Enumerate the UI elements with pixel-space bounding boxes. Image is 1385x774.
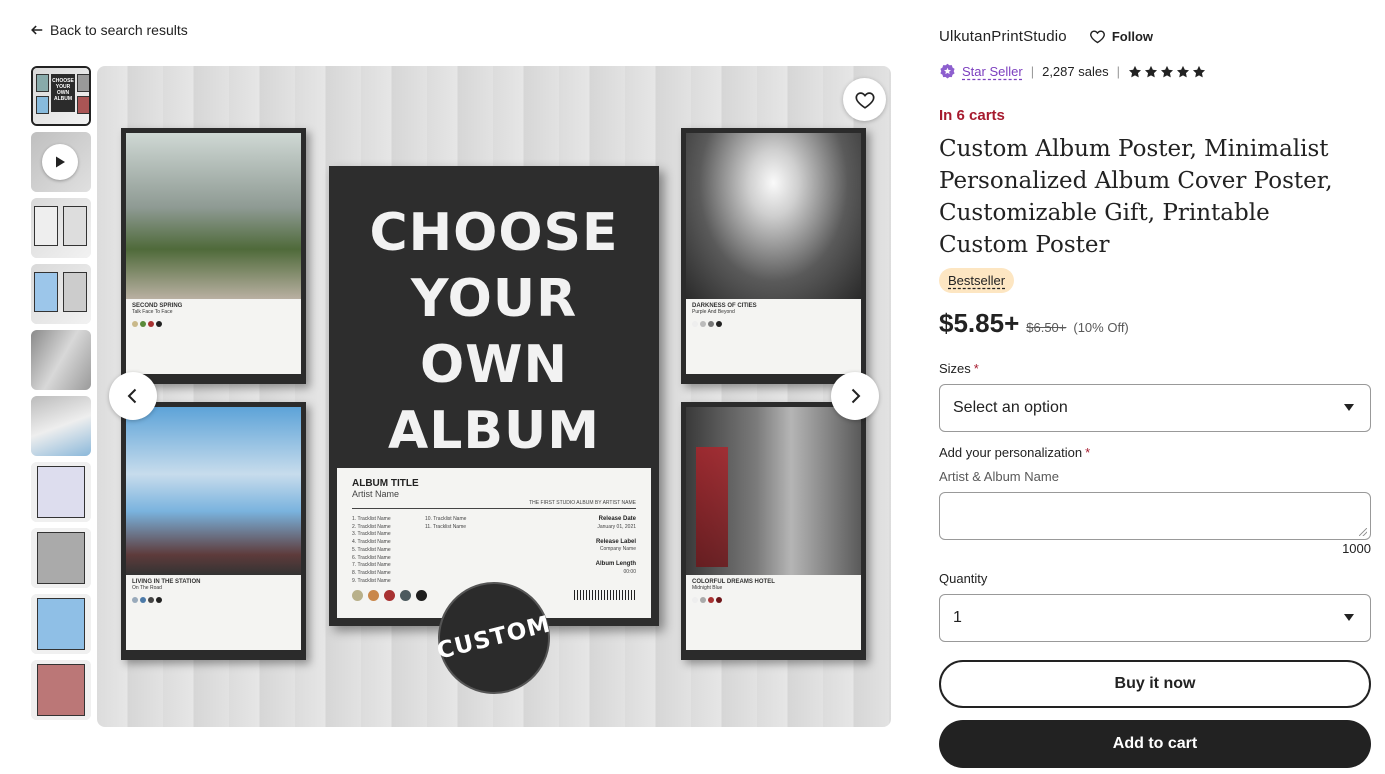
spotify-code-icon: [574, 590, 636, 600]
quantity-selected-value: 1: [953, 609, 962, 626]
price-row: $5.85+ $6.50+ (10% Off): [939, 308, 1129, 339]
star-icon: [1192, 65, 1206, 77]
star-icon: [1144, 65, 1158, 77]
rating-stars[interactable]: [1128, 65, 1206, 79]
star-icon: [1160, 65, 1174, 77]
play-icon: [42, 144, 78, 180]
shop-header: UlkutanPrintStudio Follow: [939, 28, 1153, 45]
bestseller-badge[interactable]: Bestseller: [939, 268, 1015, 293]
album-meta: Release Date January 01, 2021 Release La…: [595, 516, 636, 575]
personalization-sublabel: Artist & Album Name: [939, 469, 1059, 484]
caret-down-icon: [1344, 614, 1354, 621]
in-carts-notice: In 6 carts: [939, 107, 1005, 124]
thumbnail-headline: CHOOSE YOUR OWN ALBUM: [51, 74, 75, 112]
color-swatch: [368, 590, 379, 601]
poster-artist: On The Road: [132, 585, 162, 591]
tracklist-col-1: 1. Tracklist Name 2. Tracklist Name 3. T…: [352, 516, 391, 584]
discount-label: (10% Off): [1073, 320, 1129, 335]
resize-handle-icon[interactable]: [1359, 528, 1367, 536]
current-price: $5.85+: [939, 308, 1020, 338]
quantity-select[interactable]: 1: [939, 594, 1371, 642]
listing-title: Custom Album Poster, Minimalist Personal…: [939, 136, 1333, 258]
main-listing-image: SECOND SPRING Talk Face To Face LIVING I…: [97, 66, 891, 727]
follow-label: Follow: [1111, 29, 1154, 44]
color-swatches: [352, 590, 427, 601]
sizes-select[interactable]: Select an option: [939, 384, 1371, 432]
thumbnail-3[interactable]: [31, 198, 91, 258]
poster-artist: Midnight Blue: [692, 585, 723, 591]
album-title: ALBUM TITLE: [352, 478, 419, 489]
sizes-label: Sizes *: [939, 361, 979, 376]
star-seller-badge-icon: [940, 63, 955, 79]
favorite-button[interactable]: [843, 78, 886, 121]
thumbnail-strip: CHOOSE YOUR OWN ALBUM: [31, 66, 91, 726]
shop-name-link[interactable]: UlkutanPrintStudio: [939, 28, 1067, 45]
thumbnail-7[interactable]: [31, 462, 91, 522]
color-swatch: [352, 590, 363, 601]
star-icon: [1176, 65, 1190, 77]
back-label: Back to search results: [50, 22, 188, 38]
thumbnail-6[interactable]: [31, 396, 91, 456]
main-headline: CHOOSE YOUR OWN ALBUM: [369, 203, 619, 461]
seller-info: Star Seller | 2,287 sales |: [939, 63, 1206, 80]
quantity-label: Quantity: [939, 571, 988, 586]
center-poster: CHOOSE YOUR OWN ALBUM ALBUM TITLE Artist…: [329, 166, 659, 626]
thumbnail-10[interactable]: [31, 660, 91, 720]
poster-colorful-dreams-hotel: COLORFUL DREAMS HOTEL Midnight Blue: [681, 402, 866, 660]
album-artist: Artist Name: [352, 489, 400, 499]
sales-count: 2,287 sales: [1042, 64, 1109, 79]
tracklist-col-2: 10. Tracklist Name 11. Tracklist Name: [425, 516, 467, 530]
follow-shop-button[interactable]: Follow: [1089, 28, 1153, 45]
thumbnail-9[interactable]: [31, 594, 91, 654]
add-to-cart-button[interactable]: Add to cart: [939, 720, 1371, 768]
original-price: $6.50+: [1026, 320, 1067, 335]
color-swatch: [384, 590, 395, 601]
previous-image-button[interactable]: [109, 372, 157, 420]
thumbnail-video[interactable]: [31, 132, 91, 192]
poster-artist: Talk Face To Face: [132, 309, 173, 315]
thumbnail-8[interactable]: [31, 528, 91, 588]
poster-artist: Purple And Beyond: [692, 309, 735, 315]
chevron-left-icon: [127, 388, 137, 404]
caret-down-icon: [1344, 404, 1354, 411]
thumbnail-4[interactable]: [31, 264, 91, 324]
chevron-right-icon: [851, 388, 861, 404]
bestseller-label: Bestseller: [948, 273, 1006, 288]
star-seller-link[interactable]: Star Seller: [962, 64, 1023, 79]
personalization-label: Add your personalization *: [939, 445, 1091, 460]
heart-icon: [1089, 30, 1105, 44]
star-icon: [1128, 65, 1142, 77]
thumbnail-1[interactable]: CHOOSE YOUR OWN ALBUM: [31, 66, 91, 126]
poster-living-in-the-station: LIVING IN THE STATION On The Road: [121, 402, 306, 660]
arrow-left-icon: [31, 25, 43, 35]
heart-icon: [854, 91, 875, 109]
back-to-search-link[interactable]: Back to search results: [30, 22, 188, 38]
personalization-textarea[interactable]: [939, 492, 1371, 540]
color-swatch: [416, 590, 427, 601]
thumbnail-5[interactable]: [31, 330, 91, 390]
buy-it-now-button[interactable]: Buy it now: [939, 660, 1371, 708]
character-limit: 1000: [1342, 541, 1371, 556]
poster-second-spring: SECOND SPRING Talk Face To Face: [121, 128, 306, 384]
poster-darkness-of-cities: DARKNESS OF CITIES Purple And Beyond: [681, 128, 866, 384]
studio-line: THE FIRST STUDIO ALBUM BY ARTIST NAME: [352, 500, 636, 509]
color-swatch: [400, 590, 411, 601]
next-image-button[interactable]: [831, 372, 879, 420]
sizes-selected-value: Select an option: [953, 399, 1068, 416]
